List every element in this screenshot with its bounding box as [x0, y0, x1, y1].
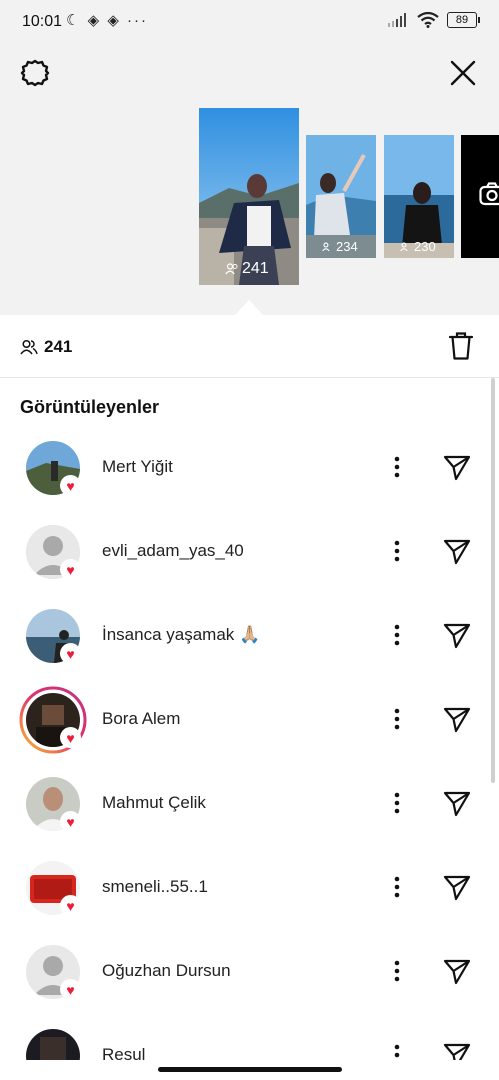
- battery-indicator: 89: [447, 12, 480, 28]
- more-options-icon[interactable]: [386, 536, 408, 566]
- selected-story-pointer: [235, 300, 263, 315]
- viewers-icon: [20, 339, 38, 355]
- liked-heart-icon: ♥: [60, 811, 81, 832]
- story-thumbnail-selected[interactable]: 241: [199, 108, 299, 285]
- liked-heart-icon: ♥: [60, 643, 81, 664]
- story-photo-image: [199, 108, 299, 285]
- viewer-name[interactable]: evli_adam_yas_40: [102, 541, 244, 561]
- close-icon[interactable]: [446, 56, 480, 90]
- viewer-summary-bar: 241: [0, 315, 499, 378]
- viewer-name[interactable]: İnsanca yaşamak 🙏🏼: [102, 625, 260, 645]
- viewer-row[interactable]: ♥ İnsanca yaşamak 🙏🏼: [0, 596, 480, 680]
- viewer-name[interactable]: Bora Alem: [102, 709, 180, 729]
- viewer-row[interactable]: ♥ Oğuzhan Dursun: [0, 932, 480, 1016]
- viewers-icon: [400, 242, 408, 251]
- story-view-count: 234: [322, 239, 358, 254]
- delete-trash-icon[interactable]: [448, 331, 474, 366]
- more-options-icon[interactable]: [386, 872, 408, 902]
- camera-icon: [479, 182, 499, 206]
- story-tray: 241 234 230: [0, 40, 499, 315]
- settings-gear-icon[interactable]: [18, 56, 52, 90]
- send-message-icon[interactable]: [441, 1040, 473, 1060]
- story-count-label: 234: [336, 239, 358, 254]
- viewer-name[interactable]: Oğuzhan Dursun: [102, 961, 231, 981]
- viewer-row[interactable]: ♥ evli_adam_yas_40: [0, 512, 480, 596]
- story-view-count: 241: [225, 260, 269, 278]
- viewers-section-title: Görüntüleyenler: [20, 397, 160, 417]
- liked-heart-icon: ♥: [60, 475, 81, 496]
- story-count-label: 241: [242, 260, 269, 277]
- story-thumbnail[interactable]: 230: [384, 135, 454, 258]
- viewer-row[interactable]: Resul: [0, 1016, 480, 1060]
- send-message-icon[interactable]: [441, 536, 473, 568]
- more-options-icon[interactable]: [386, 788, 408, 818]
- viewer-row[interactable]: ♥ Mahmut Çelik: [0, 764, 480, 848]
- send-message-icon[interactable]: [441, 452, 473, 484]
- more-options-icon[interactable]: [386, 620, 408, 650]
- home-indicator[interactable]: [158, 1067, 342, 1072]
- more-options-icon[interactable]: [386, 956, 408, 986]
- viewer-count: 241: [20, 337, 72, 357]
- liked-heart-icon: ♥: [60, 727, 81, 748]
- send-message-icon[interactable]: [441, 620, 473, 652]
- scrollbar[interactable]: [491, 378, 495, 783]
- viewer-name[interactable]: Mert Yiğit: [102, 457, 173, 477]
- liked-heart-icon: ♥: [60, 979, 81, 1000]
- more-options-icon[interactable]: [386, 452, 408, 482]
- send-message-icon[interactable]: [441, 704, 473, 736]
- status-time: 10:01: [22, 13, 63, 30]
- viewer-name[interactable]: smeneli..55..1: [102, 877, 208, 897]
- status-right: 89: [387, 12, 480, 28]
- viewer-name[interactable]: Mahmut Çelik: [102, 793, 206, 813]
- send-message-icon[interactable]: [441, 788, 473, 820]
- more-options-icon[interactable]: [386, 704, 408, 734]
- add-story-camera-tile[interactable]: [461, 135, 499, 258]
- liked-heart-icon: ♥: [60, 895, 81, 916]
- send-message-icon[interactable]: [441, 872, 473, 904]
- viewer-row[interactable]: ♥ Mert Yiğit: [0, 428, 480, 512]
- notification-icons: ☾ ◈ ◈ ···: [66, 12, 149, 29]
- viewers-icon: [322, 242, 330, 251]
- send-message-icon[interactable]: [441, 956, 473, 988]
- viewer-name[interactable]: Resul: [102, 1045, 145, 1060]
- story-thumbnail[interactable]: 234: [306, 135, 376, 258]
- avatar[interactable]: [26, 1029, 80, 1060]
- more-options-icon[interactable]: [386, 1040, 408, 1060]
- wifi-icon: [417, 12, 439, 28]
- liked-heart-icon: ♥: [60, 559, 81, 580]
- viewers-icon: [225, 263, 238, 275]
- viewer-row[interactable]: ♥ Bora Alem: [0, 680, 480, 764]
- story-count-label: 230: [414, 239, 436, 254]
- viewer-count-label: 241: [44, 337, 73, 356]
- status-bar: 10:01 ☾ ◈ ◈ ··· 89: [0, 0, 499, 40]
- story-view-count: 230: [400, 239, 436, 254]
- viewer-row[interactable]: ♥ smeneli..55..1: [0, 848, 480, 932]
- signal-icon: [388, 13, 406, 27]
